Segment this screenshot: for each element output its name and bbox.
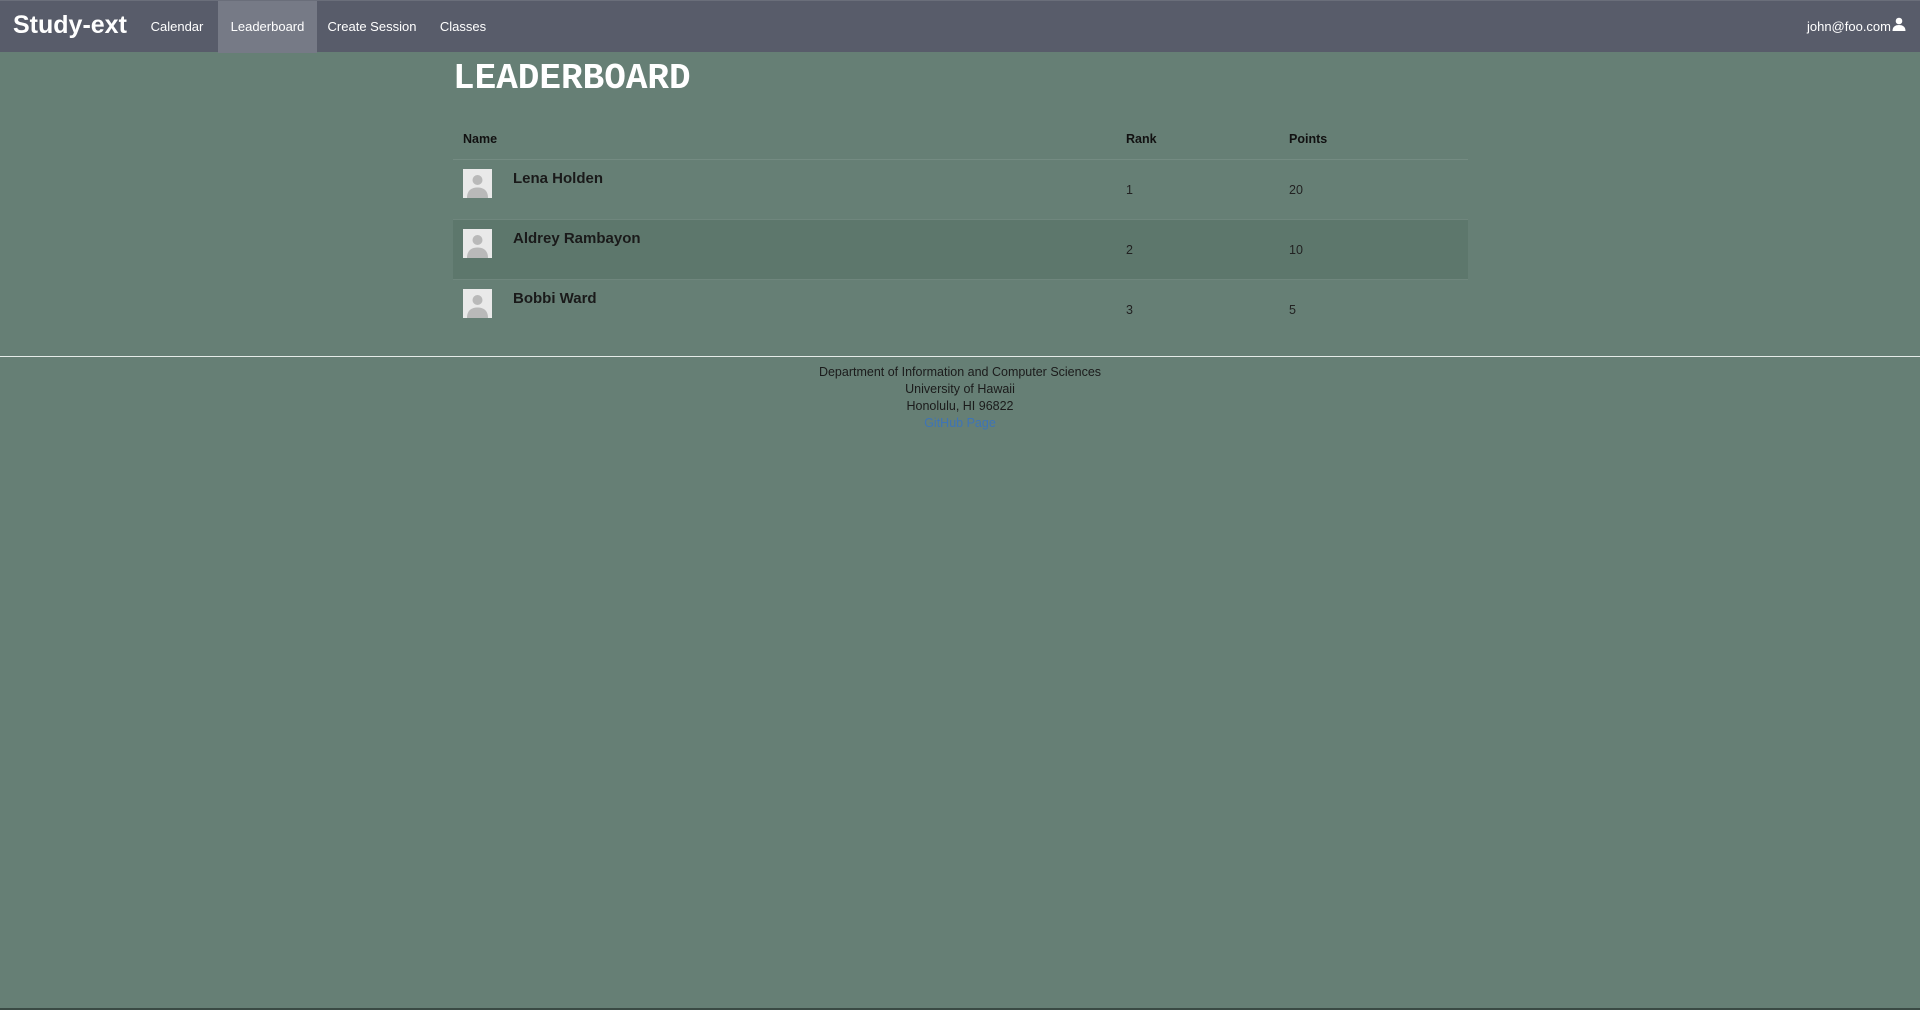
user-avatar-icon — [463, 289, 492, 318]
table-row: Lena Holden 1 20 — [453, 160, 1468, 220]
table-row: Bobbi Ward 3 5 — [453, 280, 1468, 339]
navbar: Study-ext Calendar Leaderboard Create Se… — [0, 0, 1920, 53]
page-title: LEADERBOARD — [453, 58, 691, 99]
leaderboard-table: Name Rank Points Lena Holden 1 20 Aldrey… — [453, 124, 1468, 339]
rank-value: 3 — [1126, 303, 1133, 317]
user-email: john@foo.com — [1806, 19, 1891, 34]
brand-logo[interactable]: Study-ext — [13, 11, 127, 40]
user-name: Bobbi Ward — [513, 290, 597, 307]
table-header: Name Rank Points — [453, 124, 1468, 160]
user-menu[interactable]: john@foo.com — [1807, 1, 1906, 53]
footer-department: Department of Information and Computer S… — [818, 365, 1102, 379]
user-icon — [1891, 1, 1906, 53]
rank-value: 2 — [1126, 243, 1133, 257]
nav-item-leaderboard[interactable]: Leaderboard — [218, 1, 317, 53]
user-avatar-icon — [463, 229, 492, 258]
nav-item-calendar[interactable]: Calendar — [138, 1, 216, 53]
rank-value: 1 — [1126, 183, 1133, 197]
user-name: Aldrey Rambayon — [513, 230, 641, 247]
column-header-name: Name — [463, 132, 498, 146]
points-value: 10 — [1289, 243, 1303, 257]
user-name: Lena Holden — [513, 170, 604, 187]
nav-item-classes[interactable]: Classes — [428, 1, 498, 53]
nav-item-create-session[interactable]: Create Session — [318, 1, 426, 53]
user-avatar-icon — [463, 169, 492, 198]
footer: Department of Information and Computer S… — [0, 356, 1920, 432]
column-header-rank: Rank — [1126, 132, 1157, 146]
column-header-points: Points — [1289, 132, 1328, 146]
footer-university: University of Hawaii — [905, 382, 1015, 396]
table-row: Aldrey Rambayon 2 10 — [453, 220, 1468, 280]
points-value: 5 — [1289, 303, 1296, 317]
points-value: 20 — [1289, 183, 1303, 197]
github-link[interactable]: GitHub Page — [924, 416, 996, 430]
footer-address: Honolulu, HI 96822 — [906, 399, 1014, 413]
